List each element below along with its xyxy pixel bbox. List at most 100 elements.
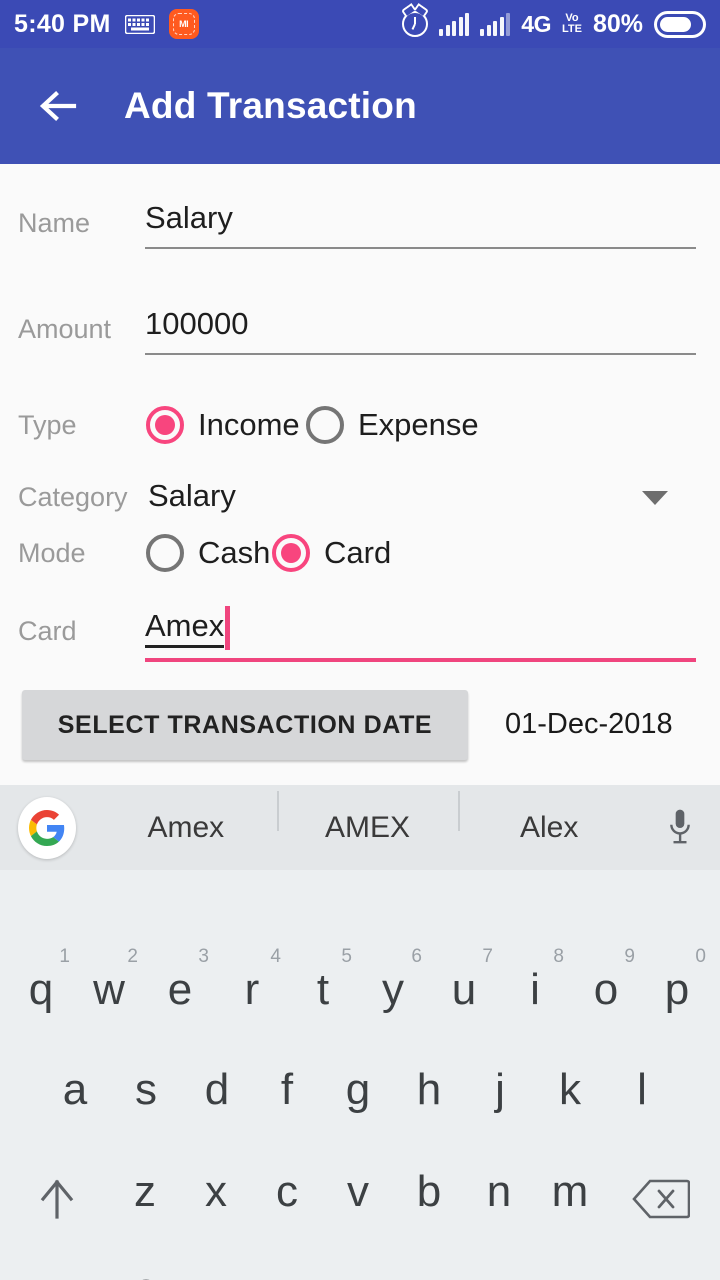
key-g-char: g xyxy=(345,1065,371,1114)
card-field[interactable]: Amex xyxy=(145,606,231,650)
type-label: Type xyxy=(18,410,77,440)
key-m[interactable]: m xyxy=(543,1170,597,1214)
key-j[interactable]: j xyxy=(473,1068,527,1112)
type-radio-expense[interactable]: Expense xyxy=(306,406,479,444)
chevron-down-icon[interactable] xyxy=(642,491,668,505)
radio-cash-indicator[interactable] xyxy=(146,534,184,572)
key-n[interactable]: n xyxy=(472,1170,526,1214)
type-radio-income[interactable]: Income xyxy=(146,406,300,444)
card-value: Amex xyxy=(145,608,225,648)
radio-card-indicator[interactable] xyxy=(272,534,310,572)
key-w-char: w xyxy=(93,965,125,1014)
key-p[interactable]: p 0 xyxy=(650,946,706,1012)
amount-label: Amount xyxy=(18,314,112,344)
mode-radio-card[interactable]: Card xyxy=(272,534,391,572)
key-f[interactable]: f xyxy=(260,1068,314,1112)
key-a[interactable]: a xyxy=(48,1068,102,1112)
keyboard-keys: q 1 w 2 e 3 r 4 t 5 y 6 u 7 i 8 o 9 p 0 … xyxy=(0,870,720,1280)
key-l-char: l xyxy=(637,1065,647,1114)
key-w-number: 2 xyxy=(127,946,138,967)
radio-income-label: Income xyxy=(198,407,300,442)
suggestion-item-2[interactable]: AMEX xyxy=(276,790,459,845)
key-w[interactable]: w 2 xyxy=(82,946,138,1014)
key-h-char: h xyxy=(416,1065,442,1114)
key-s[interactable]: s xyxy=(119,1068,173,1112)
key-y-number: 6 xyxy=(411,946,422,967)
key-d-char: d xyxy=(204,1065,230,1114)
microphone-icon[interactable] xyxy=(640,808,720,848)
backspace-icon[interactable] xyxy=(630,1170,692,1228)
key-l[interactable]: l xyxy=(615,1068,669,1112)
category-dropdown[interactable]: Salary xyxy=(148,478,236,514)
key-v-char: v xyxy=(347,1167,369,1216)
card-label: Card xyxy=(18,616,77,646)
amount-label-wrap: Amount xyxy=(18,314,111,345)
key-z-char: z xyxy=(134,1167,156,1216)
name-label: Name xyxy=(18,208,91,238)
name-field[interactable]: Salary xyxy=(145,200,233,236)
shift-arrow-icon[interactable] xyxy=(28,1170,86,1228)
amount-field[interactable]: 100000 xyxy=(145,306,248,342)
key-i[interactable]: i 8 xyxy=(508,946,564,1014)
suggestion-item-1[interactable]: Amex xyxy=(95,811,277,845)
radio-income-indicator[interactable] xyxy=(146,406,184,444)
key-u[interactable]: u 7 xyxy=(437,946,493,1012)
mode-label-wrap: Mode xyxy=(18,538,86,569)
soft-keyboard: Amex AMEX Alex q 1 w 2 e 3 r 4 t 5 y 6 u… xyxy=(0,785,720,1280)
key-y[interactable]: y 6 xyxy=(366,946,422,1014)
key-o-char: o xyxy=(593,965,619,1014)
globe-icon[interactable] xyxy=(190,1270,246,1280)
alarm-icon xyxy=(402,11,429,37)
name-underline xyxy=(145,247,696,249)
key-b[interactable]: b xyxy=(402,1170,456,1214)
text-cursor xyxy=(225,606,231,650)
battery-percent-label: 80% xyxy=(592,9,643,38)
key-f-char: f xyxy=(280,1065,294,1114)
symbols-key[interactable]: ?123 xyxy=(22,1270,102,1280)
key-r[interactable]: r 4 xyxy=(225,946,281,1012)
key-x[interactable]: x xyxy=(189,1170,243,1214)
key-u-number: 7 xyxy=(482,946,493,967)
radio-card-label: Card xyxy=(324,535,392,570)
key-i-char: i xyxy=(530,965,540,1014)
status-bar: 5:40 PM MI 4G Vo LTE 80% xyxy=(0,0,720,48)
key-a-char: a xyxy=(62,1065,88,1114)
network-type-label: 4G xyxy=(521,10,551,37)
name-value: Salary xyxy=(145,200,233,235)
checkmark-icon[interactable] xyxy=(630,1270,692,1280)
mode-label: Mode xyxy=(18,538,86,568)
key-e-number: 3 xyxy=(198,946,209,967)
transaction-form: Name Salary Amount 100000 Type Income Ex… xyxy=(0,164,720,785)
key-z[interactable]: z xyxy=(118,1170,172,1214)
category-value: Salary xyxy=(148,478,236,513)
period-key[interactable]: . xyxy=(546,1270,600,1280)
key-n-char: n xyxy=(486,1167,512,1216)
mode-radio-cash[interactable]: Cash xyxy=(146,534,270,572)
app-bar: Add Transaction xyxy=(0,48,720,164)
category-label-wrap: Category xyxy=(18,482,128,513)
key-o[interactable]: o 9 xyxy=(579,946,635,1014)
key-t[interactable]: t 5 xyxy=(296,946,352,1014)
key-t-char: t xyxy=(316,965,330,1014)
key-v[interactable]: v xyxy=(331,1170,385,1214)
key-c[interactable]: c xyxy=(260,1170,314,1214)
key-d[interactable]: d xyxy=(190,1068,244,1112)
key-y-char: y xyxy=(382,965,404,1014)
key-i-number: 8 xyxy=(553,946,564,967)
key-e-char: e xyxy=(167,965,193,1014)
card-label-wrap: Card xyxy=(18,616,77,647)
google-logo-icon[interactable] xyxy=(18,797,76,859)
back-arrow-icon[interactable] xyxy=(34,82,82,130)
keyboard-icon xyxy=(124,14,155,34)
phone-screen: 5:40 PM MI 4G Vo LTE 80% Add Transaction… xyxy=(0,0,720,1280)
radio-expense-indicator[interactable] xyxy=(306,406,344,444)
key-g[interactable]: g xyxy=(331,1068,385,1112)
key-q[interactable]: q 1 xyxy=(14,946,70,1012)
key-c-char: c xyxy=(276,1167,298,1216)
suggestion-item-3[interactable]: Alex xyxy=(458,790,640,845)
key-k[interactable]: k xyxy=(543,1068,597,1112)
select-transaction-date-button[interactable]: SELECT TRANSACTION DATE xyxy=(22,690,468,760)
key-e[interactable]: e 3 xyxy=(153,946,209,1014)
emoji-icon[interactable]: , xyxy=(118,1264,174,1280)
key-h[interactable]: h xyxy=(402,1068,456,1112)
